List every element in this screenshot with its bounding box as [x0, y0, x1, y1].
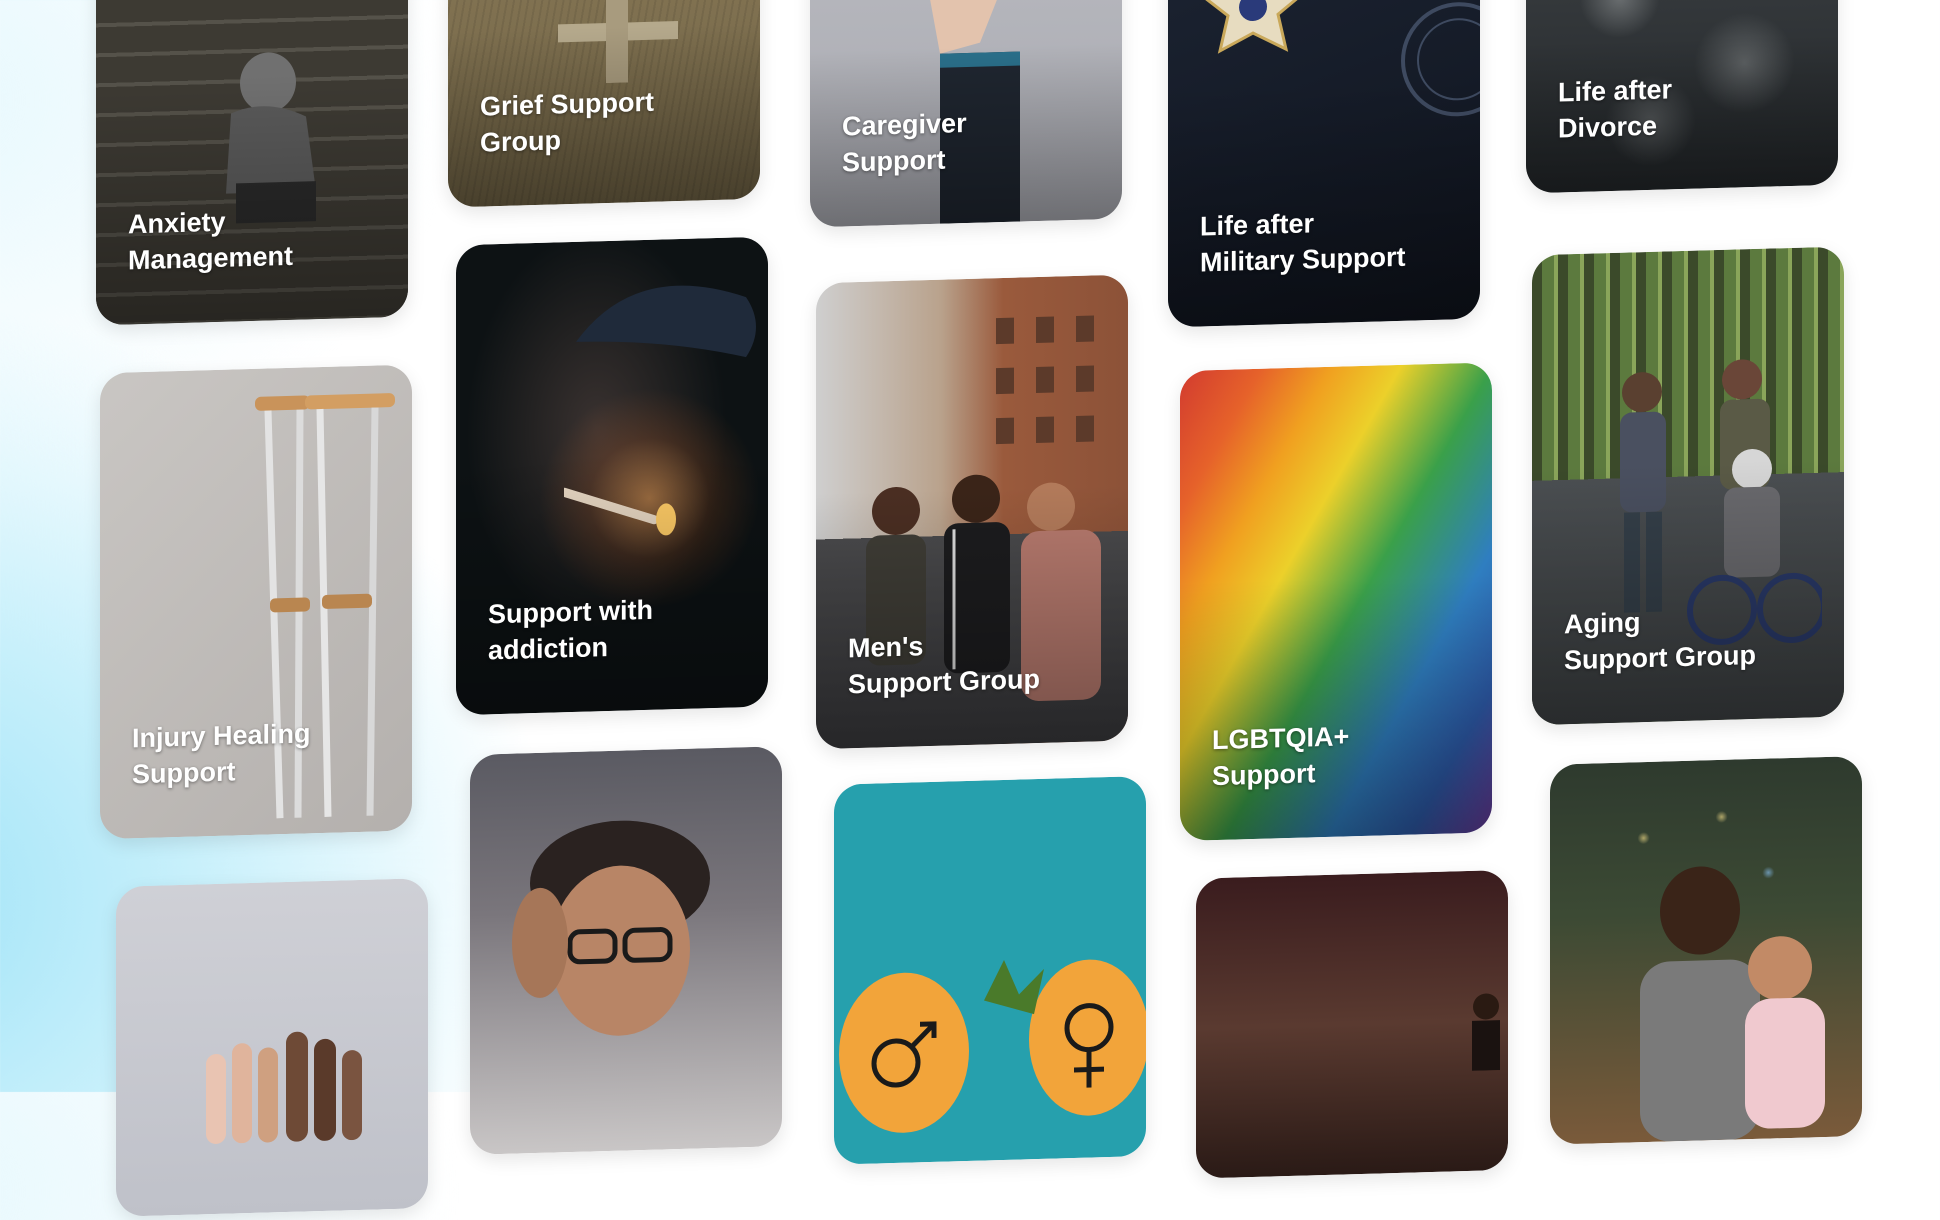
- gender-eggs-figure: [834, 936, 1146, 1145]
- card-caregiver-support[interactable]: Caregiver Support: [810, 0, 1122, 228]
- card-aging-support-group[interactable]: Aging Support Group: [1532, 246, 1844, 726]
- parent-child-figure: [1620, 846, 1850, 1142]
- card-parent-and-child[interactable]: [1550, 755, 1862, 1145]
- card-gender-symbols[interactable]: [834, 775, 1146, 1165]
- card-distressed-person[interactable]: [470, 746, 782, 1155]
- card-mens-support-group[interactable]: Men's Support Group: [816, 274, 1128, 750]
- card-title: Life after Divorce: [1558, 74, 1673, 144]
- card-life-after-military[interactable]: Life after Military Support: [1168, 0, 1480, 328]
- card-title: Anxiety Management: [128, 206, 294, 276]
- performer-figure: [1466, 990, 1506, 1071]
- card-lgbtqia-support[interactable]: LGBTQIA+ Support: [1180, 362, 1492, 842]
- hands-figure: [196, 1019, 376, 1144]
- card-support-with-addiction[interactable]: Support with addiction: [456, 236, 768, 716]
- card-title: Support with addiction: [488, 594, 653, 666]
- card-injury-healing-support[interactable]: Injury Healing Support: [100, 364, 412, 840]
- person-face-figure: [500, 818, 730, 1074]
- card-title: Injury Healing Support: [132, 718, 311, 790]
- card-title: Caregiver Support: [842, 108, 967, 178]
- card-title: Aging Support Group: [1564, 607, 1756, 676]
- card-image: [1196, 869, 1508, 1179]
- support-groups-grid: Anxiety Management Injury Healing Suppor…: [0, 0, 1940, 1217]
- card-life-after-divorce[interactable]: Life after Divorce: [1526, 0, 1838, 194]
- card-title: Men's Support Group: [848, 631, 1040, 700]
- card-title: LGBTQIA+ Support: [1212, 721, 1350, 792]
- card-stage-performance[interactable]: [1196, 869, 1508, 1179]
- card-title: Life after Military Support: [1200, 208, 1406, 278]
- card-hands[interactable]: [116, 878, 428, 1217]
- card-title: Grief Support Group: [480, 86, 654, 158]
- card-grief-support-group[interactable]: Grief Support Group: [448, 0, 760, 208]
- card-anxiety-management[interactable]: Anxiety Management: [96, 0, 408, 326]
